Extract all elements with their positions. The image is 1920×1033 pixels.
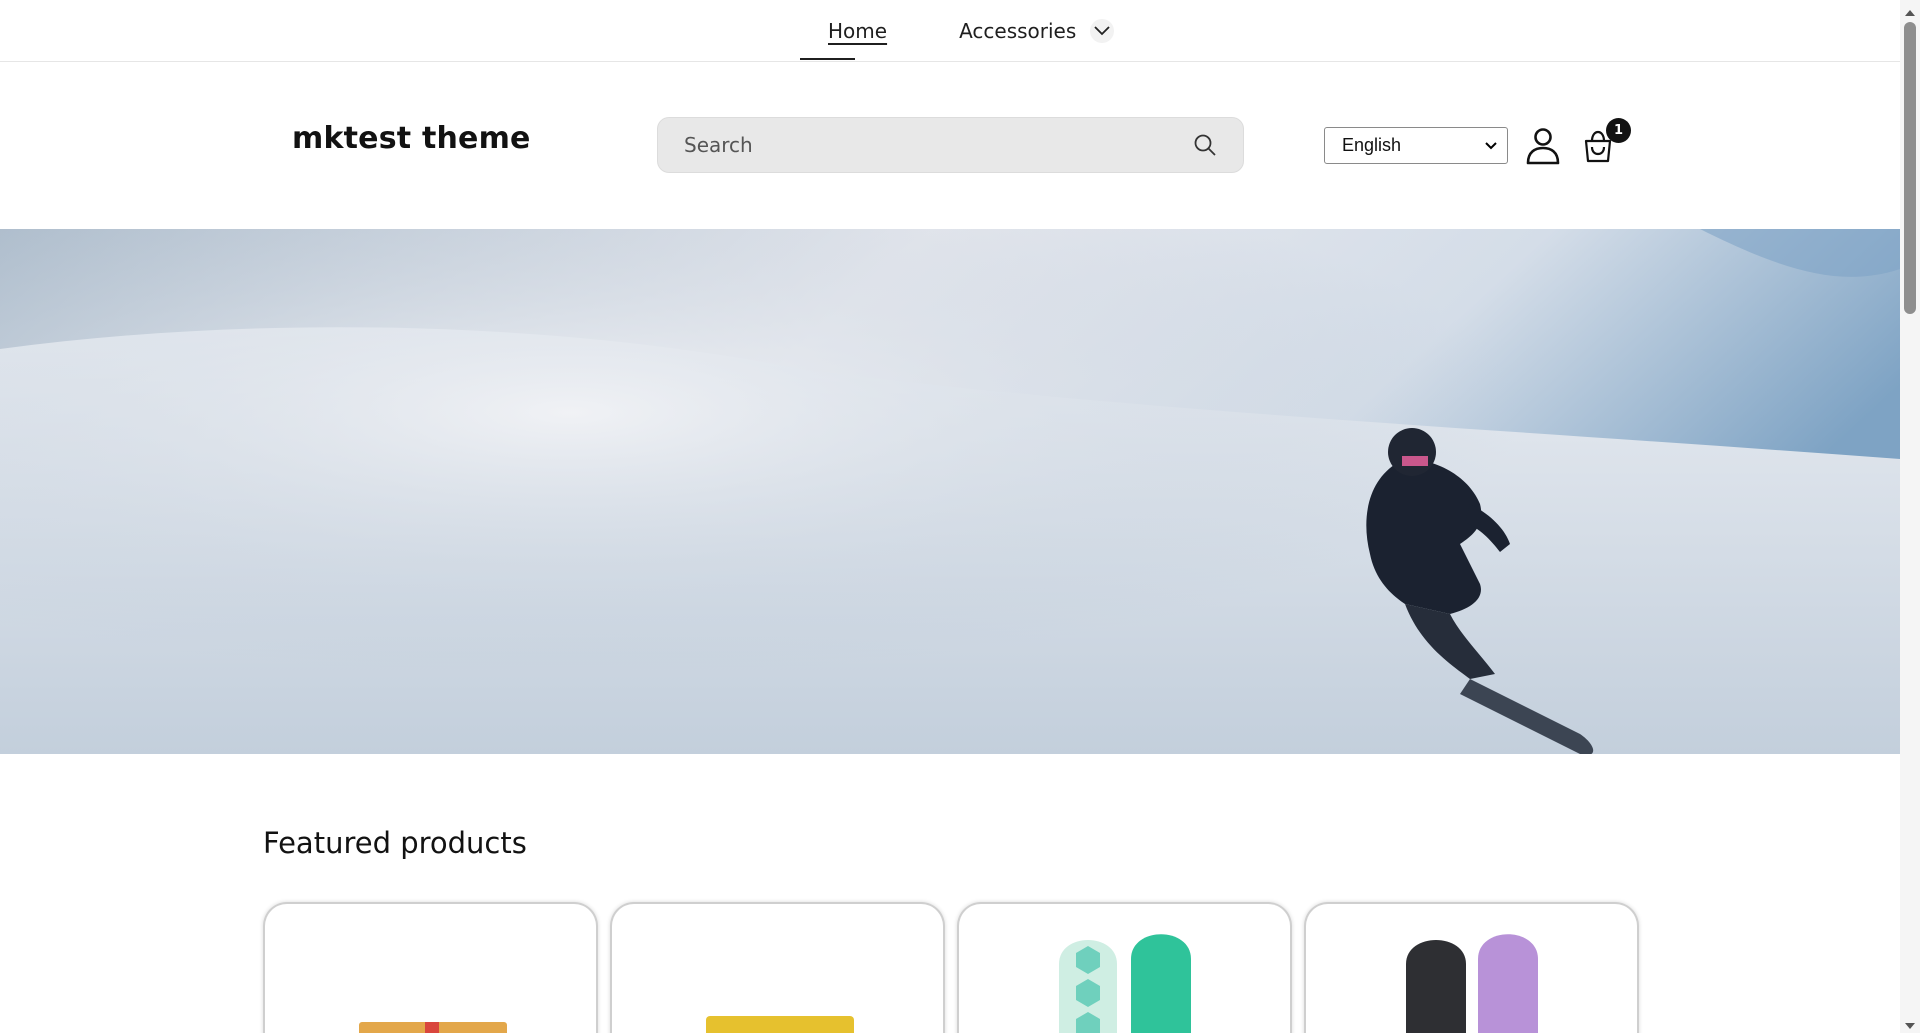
- language-select[interactable]: English: [1324, 127, 1508, 164]
- site-header: mktest theme English 1: [0, 63, 1900, 229]
- store-logo[interactable]: mktest theme: [292, 121, 531, 156]
- select-arrow-icon: [1485, 141, 1497, 149]
- hero-banner-image: [0, 229, 1900, 754]
- product-card[interactable]: [957, 902, 1292, 1033]
- top-navigation: Home Accessories: [0, 0, 1900, 62]
- product-image: [1059, 934, 1191, 1033]
- cart-count-badge: 1: [1606, 118, 1631, 143]
- nav-links: Home Accessories: [800, 0, 1115, 62]
- language-selected-value: English: [1342, 135, 1402, 155]
- product-image: [706, 1016, 854, 1033]
- nav-link-home[interactable]: Home: [800, 19, 915, 60]
- product-image: [1406, 934, 1538, 1033]
- nav-link-accessories-label: Accessories: [959, 19, 1077, 43]
- scroll-down-arrow-icon[interactable]: [1904, 1017, 1916, 1029]
- search-icon[interactable]: [1193, 133, 1217, 157]
- product-card[interactable]: [263, 902, 598, 1033]
- search-input[interactable]: [684, 133, 1193, 157]
- vertical-scrollbar[interactable]: [1900, 0, 1920, 1033]
- product-card[interactable]: [610, 902, 945, 1033]
- nav-link-accessories[interactable]: Accessories: [959, 19, 1115, 43]
- scrollbar-thumb[interactable]: [1904, 22, 1916, 314]
- search-bar[interactable]: [657, 117, 1244, 173]
- snowboarder-illustration: [0, 229, 1900, 754]
- featured-products-heading: Featured products: [263, 826, 527, 860]
- product-card[interactable]: [1304, 902, 1639, 1033]
- account-icon[interactable]: [1525, 127, 1561, 165]
- product-image: [359, 1022, 507, 1033]
- product-grid: [263, 902, 1639, 1033]
- scroll-up-arrow-icon[interactable]: [1904, 4, 1916, 16]
- active-nav-indicator: [800, 58, 855, 60]
- nav-link-home-label: Home: [828, 19, 888, 43]
- chevron-down-icon[interactable]: [1090, 19, 1115, 43]
